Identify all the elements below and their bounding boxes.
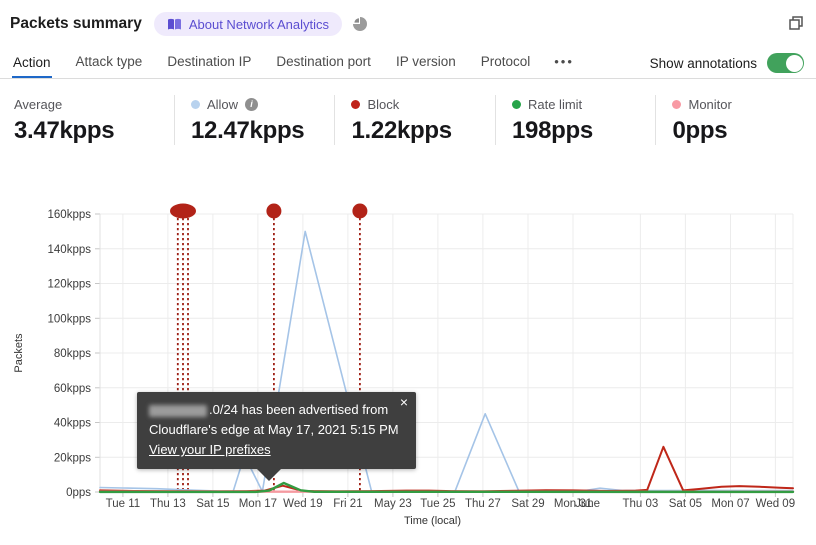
- tabs: Action Attack type Destination IP Destin…: [12, 54, 574, 78]
- tooltip-line2: Cloudflare's edge at May 17, 2021 5:15 P…: [149, 422, 399, 438]
- stats-row: Average 3.47kpps Allow i 12.47kpps Block…: [14, 95, 816, 145]
- rate-limit-dot: [511, 99, 521, 109]
- expand-panel-icon[interactable]: [788, 15, 804, 31]
- stat-label: Allow: [206, 96, 239, 112]
- x-tick-label: Mon 17: [239, 498, 277, 510]
- stat-label: Rate limit: [527, 96, 583, 112]
- tab-destination-ip[interactable]: Destination IP: [166, 54, 252, 78]
- data-freshness-pie-icon[interactable]: [352, 16, 368, 32]
- more-tabs-icon[interactable]: •••: [554, 54, 574, 78]
- annotation-marker[interactable]: [352, 203, 368, 219]
- allow-dot: [190, 99, 200, 109]
- y-tick-label: 100kpps: [48, 313, 92, 325]
- y-tick-label: 120kpps: [48, 279, 92, 291]
- y-tick-label: 140kpps: [48, 244, 92, 256]
- stat-value: 1.22kpps: [351, 117, 452, 144]
- chart-area: 0pps 20kpps 40kpps 60kpps 80kpps 100kpps 120kp…: [0, 185, 816, 545]
- close-icon[interactable]: ×: [400, 395, 408, 409]
- tab-attack-type[interactable]: Attack type: [75, 54, 144, 78]
- stat-value: 3.47kpps: [14, 117, 115, 144]
- header: Packets summary About Network Analytics: [10, 10, 804, 38]
- x-tick-label: Tue 11: [106, 498, 141, 510]
- x-tick-label: Wed 09: [756, 498, 795, 510]
- stat-rate-limit: Rate limit 198pps: [494, 95, 656, 145]
- y-axis-title: Packets: [13, 333, 25, 373]
- y-tick-label: 160kpps: [48, 209, 92, 221]
- x-tick-label: Mon 07: [711, 498, 749, 510]
- stat-value: 198pps: [511, 117, 593, 144]
- about-network-analytics-badge[interactable]: About Network Analytics: [153, 12, 343, 36]
- x-tick-label: Sat 29: [511, 498, 544, 510]
- x-tick-label: Thu 03: [622, 498, 658, 510]
- y-tick-label: 40kpps: [54, 418, 91, 430]
- y-tick-label: 20kpps: [54, 452, 91, 464]
- tabs-bar: Action Attack type Destination IP Destin…: [0, 46, 816, 79]
- page-title: Packets summary: [10, 15, 142, 32]
- tab-action[interactable]: Action: [12, 55, 52, 78]
- x-tick-label: Thu 27: [465, 498, 501, 510]
- x-tick-label: Thu 13: [150, 498, 186, 510]
- toggle-knob: [785, 54, 803, 72]
- stat-monitor: Monitor 0pps: [655, 95, 816, 145]
- redacted-ip-prefix: [149, 404, 207, 417]
- view-ip-prefixes-link[interactable]: View your IP prefixes: [149, 442, 271, 457]
- x-axis-title: Time (local): [404, 515, 461, 527]
- stat-average: Average 3.47kpps: [14, 95, 174, 145]
- show-annotations-label: Show annotations: [649, 55, 757, 71]
- x-tick-label: Tue 25: [420, 498, 455, 510]
- book-icon: [167, 18, 182, 31]
- monitor-dot: [672, 99, 682, 109]
- annotation-marker[interactable]: [170, 203, 196, 219]
- y-tick-label: 0pps: [66, 487, 91, 499]
- packets-summary-panel: Packets summary About Network Analytics: [0, 0, 816, 545]
- x-tick-label: June: [575, 498, 600, 510]
- badge-label: About Network Analytics: [188, 16, 330, 32]
- stat-allow: Allow i 12.47kpps: [173, 95, 335, 145]
- x-tick-label: Sat 05: [669, 498, 702, 510]
- packets-chart[interactable]: 0pps 20kpps 40kpps 60kpps 80kpps 100kpps 120kp…: [0, 185, 816, 545]
- tooltip-arrow: [256, 468, 282, 482]
- tooltip-line1: .0/24 has been advertised from: [149, 400, 404, 420]
- stat-block: Block 1.22kpps: [334, 95, 495, 145]
- x-tick-label: Fri 21: [333, 498, 362, 510]
- stat-label: Monitor: [688, 96, 732, 112]
- annotation-marker[interactable]: [266, 203, 282, 219]
- show-annotations-control: Show annotations: [650, 53, 804, 78]
- annotation-tooltip: × .0/24 has been advertised from Cloudfl…: [137, 392, 416, 482]
- stat-label: Block: [367, 96, 400, 112]
- tab-ip-version[interactable]: IP version: [395, 54, 457, 78]
- stat-label: Average: [14, 96, 63, 112]
- stat-value: 0pps: [672, 117, 728, 144]
- show-annotations-toggle[interactable]: [767, 53, 804, 73]
- block-dot: [351, 99, 361, 109]
- y-tick-label: 80kpps: [54, 348, 91, 360]
- tab-destination-port[interactable]: Destination port: [275, 54, 372, 78]
- tab-protocol[interactable]: Protocol: [480, 54, 532, 78]
- x-tick-label: May 23: [374, 498, 412, 510]
- x-tick-label: Wed 19: [283, 498, 322, 510]
- x-tick-label: Sat 15: [196, 498, 229, 510]
- y-tick-label: 60kpps: [54, 383, 91, 395]
- info-icon[interactable]: i: [245, 97, 259, 111]
- stat-value: 12.47kpps: [190, 117, 305, 144]
